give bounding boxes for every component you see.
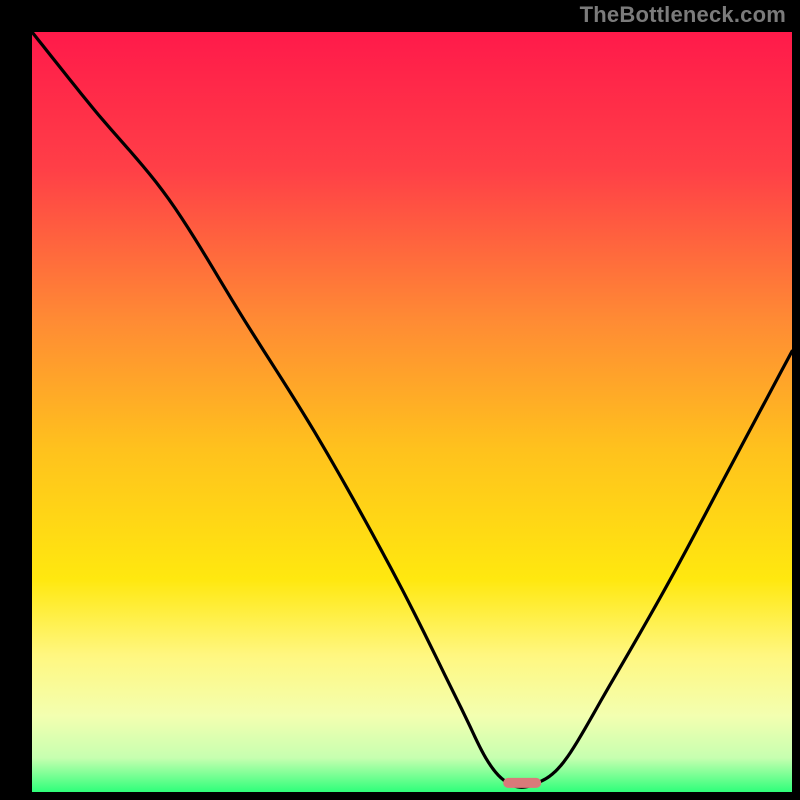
watermark-text: TheBottleneck.com <box>580 2 786 28</box>
bottleneck-chart <box>32 32 792 792</box>
optimal-region-marker <box>503 778 541 788</box>
gradient-background <box>32 32 792 792</box>
plot-area <box>32 32 792 792</box>
chart-frame <box>12 12 788 788</box>
